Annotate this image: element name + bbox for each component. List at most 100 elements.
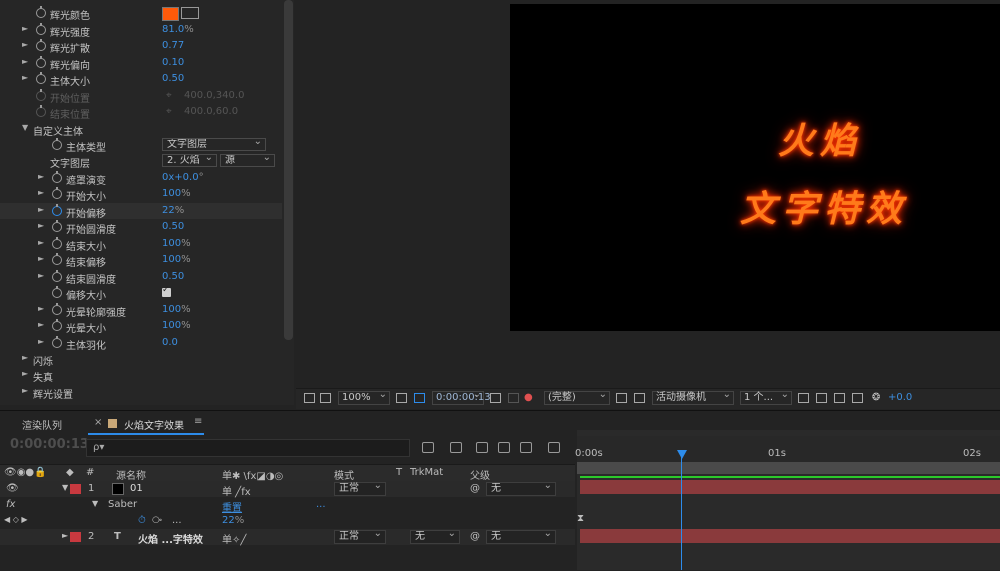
prop-value[interactable]: 0.50 [162,221,184,232]
work-area-bar[interactable] [577,462,1000,474]
twirl-right-icon[interactable]: ► [38,172,44,181]
layer-bar-1[interactable] [580,480,1000,494]
effect-name[interactable]: Saber [108,499,137,510]
twirl-right-icon[interactable]: ► [38,221,44,230]
text-layer-dropdown[interactable]: 2. 火焰 [162,154,217,167]
resolution-dropdown[interactable]: (完整) [544,389,610,405]
graph-editor-icon[interactable] [548,442,560,453]
frame-blending-icon[interactable] [498,442,510,453]
prop-row[interactable]: ► 开始圆滑度 0.50 [0,219,282,236]
stopwatch-icon[interactable] [36,23,46,35]
stopwatch-icon[interactable] [52,237,62,249]
twirl-right-icon[interactable]: ► [22,369,28,378]
twirl-down-icon[interactable]: ▼ [62,483,68,492]
offset-size-checkbox[interactable] [162,285,171,297]
comp-flowchart-icon[interactable] [852,393,863,403]
graph-icon[interactable]: ⧂ [152,515,162,526]
parent-dropdown[interactable]: 无 [486,528,556,544]
twirl-right-icon[interactable]: ► [22,353,28,362]
stopwatch-icon[interactable] [52,336,62,348]
layer-bar-2[interactable] [580,529,1000,543]
prop-row[interactable]: 文字图层 2. 火焰 源 [0,153,282,170]
zoom-dropdown[interactable]: 100% [338,389,390,405]
stopwatch-icon[interactable] [52,253,62,265]
stopwatch-icon[interactable] [52,138,62,150]
group-row-glow-settings[interactable]: ► 辉光设置 [0,384,282,401]
twirl-right-icon[interactable]: ► [38,254,44,263]
prop-row[interactable]: ► 结束偏移 100% [0,252,282,269]
prop-value[interactable]: 100% [162,320,191,331]
stopwatch-icon[interactable] [36,72,46,84]
group-row-custom-core[interactable]: ▼ 自定义主体 [0,121,282,138]
blend-mode-dropdown[interactable]: 正常 [334,480,386,496]
camera-dropdown[interactable]: 活动摄像机 [652,389,734,405]
effect-options-link[interactable]: ... [316,499,326,510]
prop-value[interactable]: 0x+0.0° [162,172,204,183]
current-time-display[interactable]: 0:00:00:13 [432,389,491,405]
stopwatch-icon[interactable] [52,270,62,282]
pickwhip-icon[interactable]: @ [470,483,480,494]
motion-blur-icon[interactable] [520,442,532,453]
prop-row[interactable]: ► 光晕大小 100% [0,318,282,335]
prop-value[interactable]: 100% [162,254,191,265]
prop-row[interactable]: ► 主体羽化 0.0 [0,335,282,352]
layer-row-2[interactable]: ► 2 T 火焰 ...字特效 单✧╱ 正常 无 @ 无 [0,528,575,546]
twirl-right-icon[interactable]: ► [22,73,28,82]
layer-search-input[interactable]: ρ▾ [86,439,410,457]
hide-shy-layers-icon[interactable] [476,442,488,453]
twirl-down-icon[interactable]: ▼ [92,499,98,508]
region-of-interest-icon[interactable] [616,393,627,403]
twirl-right-icon[interactable]: ► [38,188,44,197]
always-preview-icon[interactable] [304,393,315,403]
current-time-indicator[interactable] [681,450,682,570]
prop-value[interactable]: 0.10 [162,57,184,68]
prop-value[interactable]: 0.50 [162,271,184,282]
prop-row[interactable]: ► 遮罩演变 0x+0.0° [0,170,282,187]
parent-dropdown[interactable]: 无 [486,480,556,496]
pickwhip-icon[interactable]: @ [470,531,480,542]
source-name-header[interactable]: 源名称 [116,467,146,482]
prop-value[interactable]: 100% [162,304,191,315]
fast-previews-icon[interactable] [816,393,827,403]
prop-row-glow-color[interactable]: 辉光颜色 [0,5,282,22]
twirl-right-icon[interactable]: ► [38,337,44,346]
timeline-timecode[interactable]: 0:00:00:13 [10,437,89,452]
twirl-right-icon[interactable]: ► [38,320,44,329]
channel-icon[interactable]: ● [524,392,533,403]
switches[interactable]: 单 ╱fx [222,483,251,498]
stopwatch-icon[interactable] [52,220,62,232]
layer-name[interactable]: 01 [130,483,143,494]
layer-color-label[interactable] [70,532,81,542]
twirl-right-icon[interactable]: ► [38,205,44,214]
camera-snapshot-icon[interactable] [490,393,501,403]
prop-row[interactable]: ► 辉光偏向 0.10 [0,55,282,72]
prop-row[interactable]: ► 结束大小 100% [0,236,282,253]
show-snapshot-icon[interactable] [508,393,519,403]
tab-render-queue[interactable]: 渲染队列 [22,417,62,432]
property-row-start-offset[interactable]: ◀ ◇ ▶ ⏱ ⧂ ... 22% [0,513,575,529]
eye-icon[interactable]: 👁 [6,483,19,494]
stopwatch-icon[interactable] [52,187,62,199]
effect-row-saber[interactable]: fx ▼ Saber 重置 ... [0,497,575,514]
prop-row[interactable]: ► 结束圆滑度 0.50 [0,269,282,286]
time-ruler[interactable]: 0:00s 01s 02s [575,436,1000,462]
layer-color-label[interactable] [70,484,81,494]
tab-menu-icon[interactable]: ≡ [194,416,202,427]
prop-row[interactable]: ► 光晕轮廓强度 100% [0,302,282,319]
property-value[interactable]: 22% [222,515,244,526]
twirl-right-icon[interactable]: ► [38,271,44,280]
reset-link[interactable]: 重置 [222,499,242,514]
stopwatch-icon[interactable] [36,6,46,18]
stopwatch-icon[interactable] [52,171,62,183]
prop-row[interactable]: 主体类型 文字图层 [0,137,282,154]
close-icon[interactable]: × [94,417,102,428]
twirl-down-icon[interactable]: ▼ [22,123,28,132]
group-row-distortion[interactable]: ► 失真 [0,367,282,384]
mask-visibility-icon[interactable] [414,393,425,403]
stopwatch-active-icon[interactable] [52,204,62,216]
prop-row[interactable]: ► 开始大小 100% [0,186,282,203]
tab-comp-active[interactable]: × 火焰文字效果 ≡ [88,411,204,435]
keyframe-icon[interactable]: ⧗ [577,513,584,524]
exposure-value[interactable]: +0.0 [888,392,912,403]
composition-canvas[interactable]: 火焰 文字特效 [510,4,1000,331]
